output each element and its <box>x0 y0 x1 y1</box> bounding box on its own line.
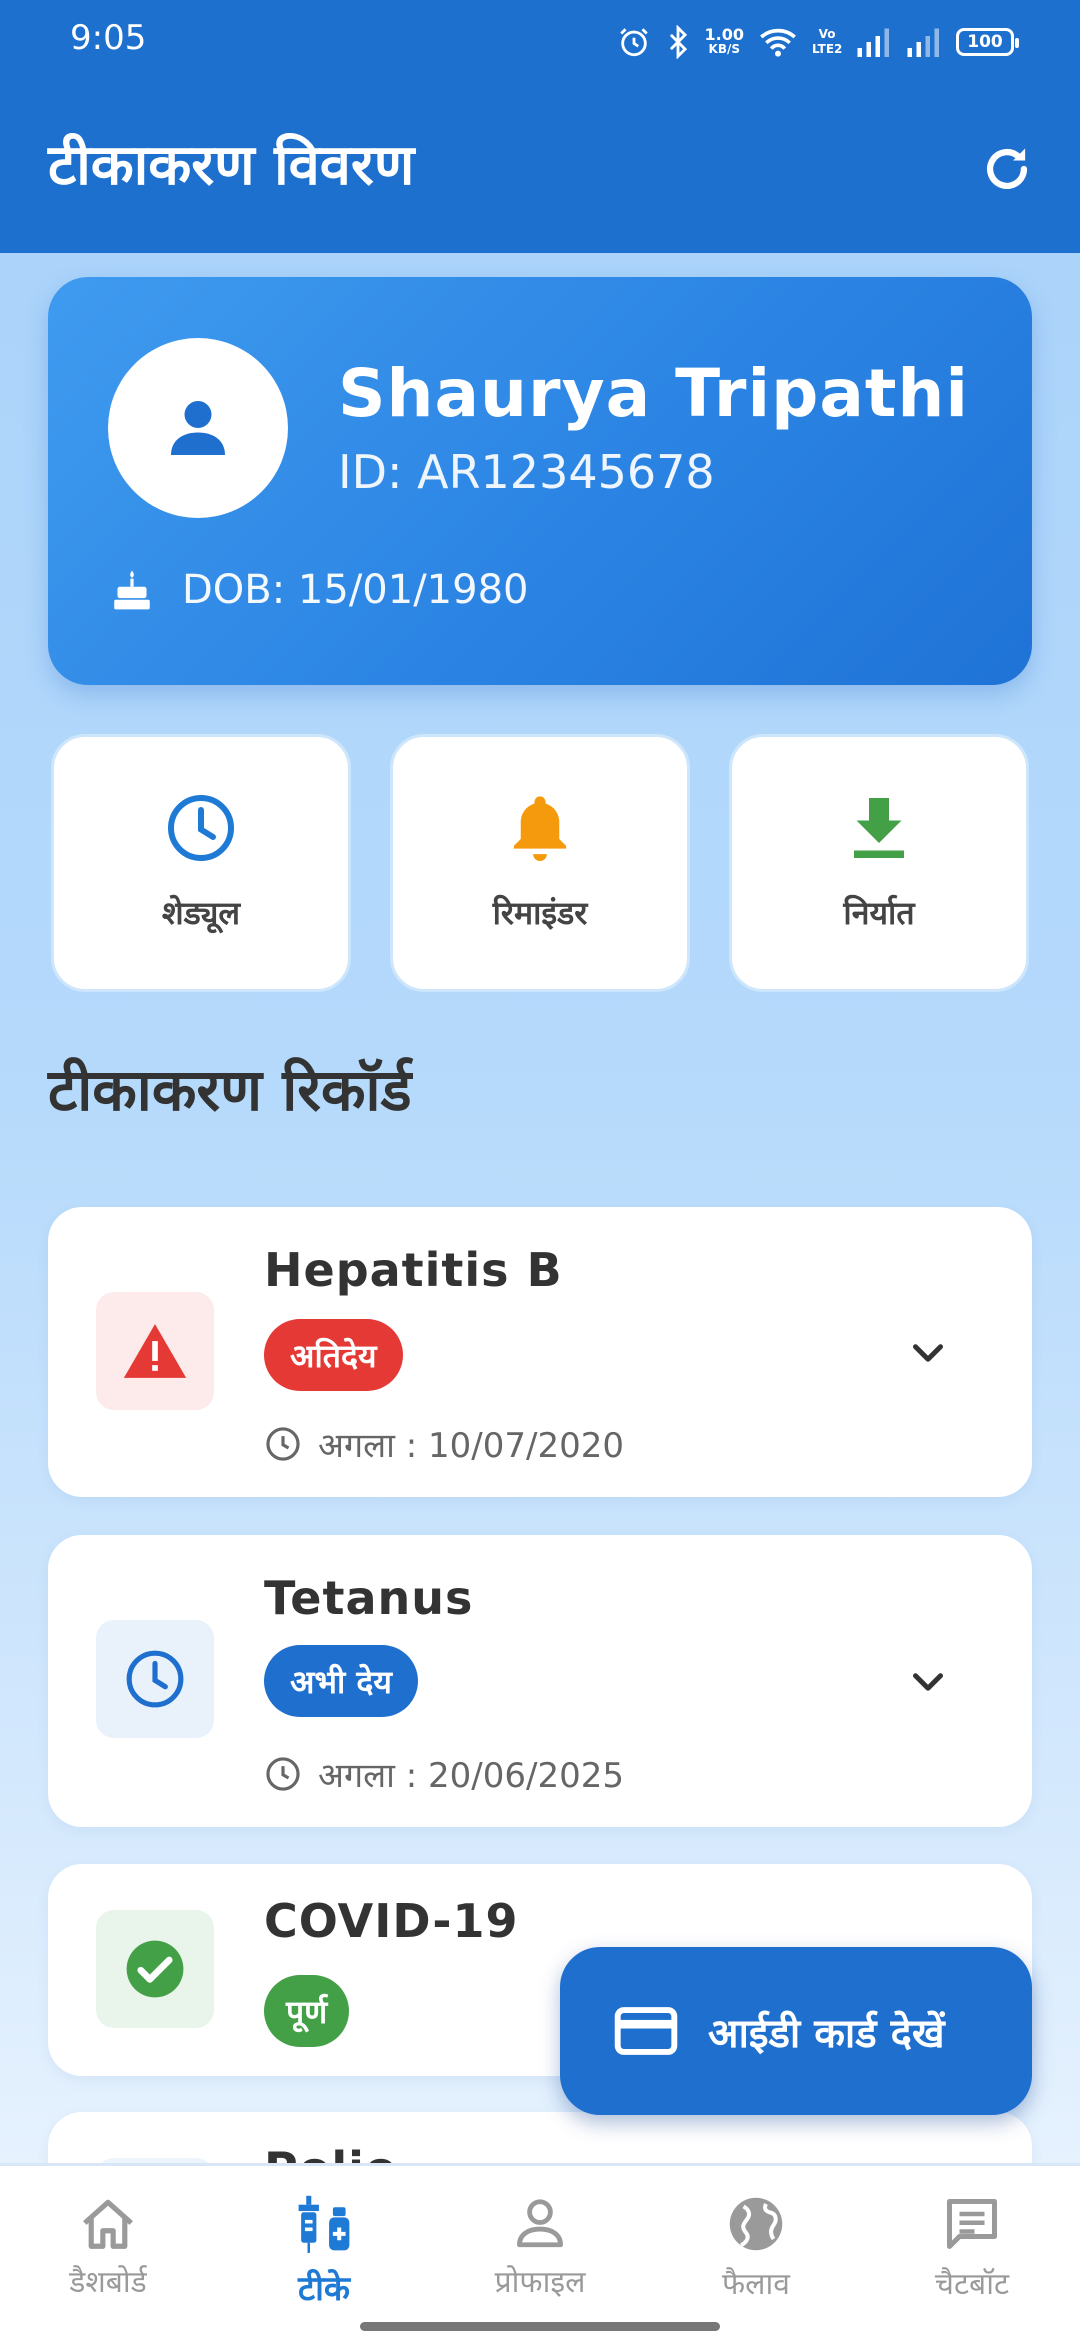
clock-icon <box>126 1650 184 1708</box>
status-icons: 1.00 KB/S Vo LTE2 100 <box>617 20 1019 64</box>
nav-label: फैलाव <box>722 2267 790 2302</box>
status-badge: पूर्ण <box>264 1975 350 2047</box>
dob-text: DOB: 15/01/1980 <box>182 567 529 613</box>
person-icon <box>171 401 225 455</box>
vaccine-name: Hepatitis B <box>264 1243 563 1297</box>
nav-item-vaccines[interactable]: टीके <box>216 2194 432 2310</box>
vaccine-status-icon <box>96 1292 214 1410</box>
view-id-card-button[interactable]: आईडी कार्ड देखें <box>560 1947 1032 2115</box>
clock-icon <box>266 1757 300 1791</box>
wifi-icon <box>760 28 796 57</box>
avatar <box>108 338 288 518</box>
status-bar: 9:05 1.00 KB/S Vo LTE2 100 <box>0 0 1080 80</box>
check-circle-icon <box>126 1940 184 1998</box>
next-due-row: अगला : 10/07/2020 <box>264 1421 624 1467</box>
dob-row: DOB: 15/01/1980 <box>112 567 528 613</box>
view-id-card-label: आईडी कार्ड देखें <box>708 2010 945 2057</box>
bell-icon <box>513 796 567 861</box>
chevron-down-icon[interactable] <box>903 1328 953 1378</box>
globe-icon <box>729 2197 783 2251</box>
nav-label: टीके <box>297 2269 351 2309</box>
vaccine-name: COVID-19 <box>264 1894 519 1948</box>
warning-icon <box>123 1324 187 1378</box>
vaccine-name: Tetanus <box>264 1571 474 1625</box>
nav-label: डैशबोर्ड <box>69 2265 147 2300</box>
home-icon <box>83 2199 133 2249</box>
next-due-text: अगला : 10/07/2020 <box>318 1426 625 1466</box>
refresh-icon[interactable] <box>978 140 1036 198</box>
network-speed: 1.00 KB/S <box>704 25 744 57</box>
status-time: 9:05 <box>70 18 147 58</box>
vaccine-card[interactable]: Tetanus अभी देय अगला : 20/06/2025 <box>48 1535 1032 1827</box>
app-header: 9:05 1.00 KB/S Vo LTE2 100 टीकाकरण विवरण <box>0 0 1080 253</box>
nav-item-dashboard[interactable]: डैशबोर्ड <box>0 2194 216 2301</box>
download-icon <box>854 798 904 858</box>
signal-icon <box>907 28 939 57</box>
nav-label: प्रोफाइल <box>494 2265 586 2300</box>
profile-id: ID: AR12345678 <box>338 445 715 499</box>
volte-indicator: Vo LTE2 <box>812 27 843 56</box>
alarm-icon <box>619 28 648 57</box>
chat-icon <box>947 2199 997 2249</box>
vaccine-icon <box>298 2195 350 2253</box>
status-badge: अभी देय <box>264 1645 418 1717</box>
vaccine-status-icon <box>96 1620 214 1738</box>
chevron-down-icon[interactable] <box>903 1657 953 1707</box>
export-button[interactable]: निर्यात <box>729 734 1029 992</box>
vaccine-card[interactable]: Hepatitis B अतिदेय अगला : 10/07/2020 <box>48 1207 1032 1497</box>
cake-icon <box>114 570 150 610</box>
profile-name: Shaurya Tripathi <box>338 355 970 432</box>
reminder-button[interactable]: रिमाइंडर <box>390 734 690 992</box>
export-label: निर्यात <box>843 894 915 932</box>
clock-icon <box>168 795 234 861</box>
home-indicator[interactable] <box>360 2322 720 2331</box>
nav-item-spread[interactable]: फैलाव <box>648 2194 864 2303</box>
bottom-navigation: डैशबोर्ड टीके प्रोफाइल फैलाव चैटबॉट <box>0 2163 1080 2340</box>
section-title: टीकाकरण रिकॉर्ड <box>48 1056 412 1124</box>
next-due-text: अगला : 20/06/2025 <box>318 1756 625 1796</box>
schedule-button[interactable]: शेड्यूल <box>51 734 351 992</box>
card-icon <box>614 2007 678 2055</box>
reminder-label: रिमाइंडर <box>492 894 588 932</box>
profile-card: Shaurya Tripathi ID: AR12345678 DOB: 15/… <box>48 277 1032 685</box>
page-title: टीकाकरण विवरण <box>48 133 415 198</box>
person-icon <box>517 2199 563 2248</box>
clock-icon <box>266 1427 300 1461</box>
status-badge: अतिदेय <box>264 1319 403 1391</box>
nav-item-chatbot[interactable]: चैटबॉट <box>864 2194 1080 2303</box>
schedule-label: शेड्यूल <box>161 894 241 932</box>
vaccine-status-icon <box>96 1910 214 2028</box>
bluetooth-icon <box>669 25 687 59</box>
nav-item-profile[interactable]: प्रोफाइल <box>432 2194 648 2301</box>
next-due-row: अगला : 20/06/2025 <box>264 1751 624 1797</box>
battery-icon: 100 <box>956 28 1019 56</box>
signal-icon <box>857 28 889 57</box>
nav-label: चैटबॉट <box>934 2267 1010 2302</box>
